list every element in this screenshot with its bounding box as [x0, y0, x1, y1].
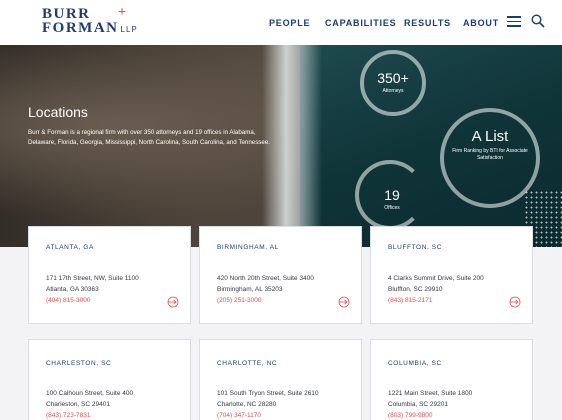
- nav-about[interactable]: ABOUT: [463, 18, 499, 28]
- office-address-line-1: 4 Clarks Summit Drive, Suite 200: [388, 275, 484, 282]
- nav-people[interactable]: PEOPLE: [269, 18, 310, 28]
- office-phone[interactable]: (843) 723-7831: [46, 412, 90, 419]
- office-city[interactable]: COLUMBIA, SC: [388, 360, 442, 367]
- office-card-charleston[interactable]: CHARLESTON, SC 100 Calhoun Street, Suite…: [28, 339, 191, 420]
- office-card-charlotte[interactable]: CHARLOTTE, NC 101 South Tryon Street, Su…: [199, 339, 362, 420]
- office-phone[interactable]: (205) 251-3000: [217, 297, 261, 304]
- office-phone[interactable]: (843) 815-2171: [388, 297, 432, 304]
- office-phone[interactable]: (803) 799-9800: [388, 412, 432, 419]
- office-address-line-1: 420 North 20th Street, Suite 3400: [217, 275, 314, 282]
- attorneys-stat-label: Attorneys: [382, 88, 404, 94]
- office-city[interactable]: CHARLOTTE, NC: [217, 360, 277, 367]
- logo-word-forman: FORMAN: [42, 20, 119, 36]
- office-address-line-2: Charlotte, NC 28280: [217, 401, 277, 408]
- office-city[interactable]: ATLANTA, GA: [46, 244, 94, 251]
- office-address-line-2: Bluffton, SC 29910: [388, 286, 443, 293]
- office-card-bluffton[interactable]: BLUFFTON, SC 4 Clarks Summit Drive, Suit…: [370, 226, 533, 324]
- office-address-line-1: 100 Calhoun Street, Suite 400: [46, 390, 134, 397]
- logo-plus-icon: +: [118, 5, 126, 20]
- office-city[interactable]: CHARLESTON, SC: [46, 360, 111, 367]
- office-address-line-2: Charleston, SC 29401: [46, 401, 110, 408]
- page-title: Locations: [28, 104, 88, 120]
- office-phone[interactable]: (404) 815-3000: [46, 297, 90, 304]
- office-card-columbia[interactable]: COLUMBIA, SC 1221 Main Street, Suite 180…: [370, 339, 533, 420]
- page-description: Burr & Forman is a regional firm with ov…: [28, 129, 271, 146]
- ranking-stat-value: A List: [471, 128, 509, 145]
- office-city[interactable]: BIRMINGHAM, AL: [217, 244, 279, 251]
- office-address-line-2: Atlanta, GA 30363: [46, 286, 99, 293]
- logo[interactable]: BURR + FORMAN LLP: [42, 5, 138, 37]
- office-address-line-2: Columbia, SC 29201: [388, 401, 448, 408]
- office-address-line-1: 101 South Tryon Street, Suite 2610: [217, 390, 319, 397]
- office-phone[interactable]: (704) 347-1170: [217, 412, 261, 419]
- office-address-line-1: 171 17th Street, NW, Suite 1100: [46, 275, 139, 282]
- site-header: BURR + FORMAN LLP PEOPLE CAPABILITIES RES…: [0, 0, 562, 45]
- page: BURR + FORMAN LLP PEOPLE CAPABILITIES RES…: [0, 0, 562, 420]
- nav-results[interactable]: RESULTS: [404, 18, 451, 28]
- offices-stat-label: Offices: [384, 205, 400, 211]
- office-card-atlanta[interactable]: ATLANTA, GA 171 17th Street, NW, Suite 1…: [28, 226, 191, 324]
- logo-line-2: FORMAN LLP: [42, 21, 138, 37]
- arrow-circle-icon[interactable]: [167, 296, 179, 308]
- office-address-line-1: 1221 Main Street, Suite 1800: [388, 390, 473, 397]
- office-address-line-2: Birmingham, AL 35203: [217, 286, 283, 293]
- search-icon[interactable]: [531, 14, 545, 28]
- logo-suffix: LLP: [120, 25, 138, 34]
- office-city[interactable]: BLUFFTON, SC: [388, 244, 442, 251]
- arrow-circle-icon[interactable]: [338, 296, 350, 308]
- attorneys-stat-value: 350+: [377, 70, 409, 86]
- offices-stat-value: 19: [384, 187, 400, 203]
- ranking-stat-label: Firm Ranking by BTI for Associate Satisf…: [452, 148, 528, 161]
- hamburger-menu-icon[interactable]: [507, 16, 521, 27]
- nav-capabilities[interactable]: CAPABILITIES: [325, 18, 396, 28]
- arrow-circle-icon[interactable]: [509, 296, 521, 308]
- office-card-birmingham[interactable]: BIRMINGHAM, AL 420 North 20th Street, Su…: [199, 226, 362, 324]
